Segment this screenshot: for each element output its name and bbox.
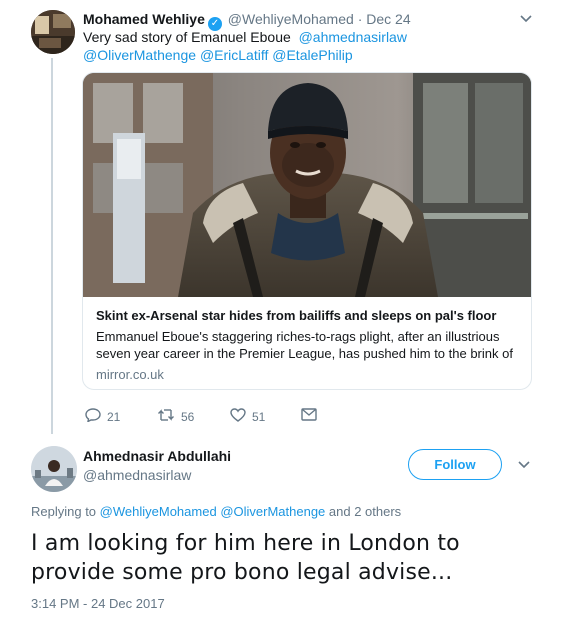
- card-domain: mirror.co.uk: [96, 367, 164, 382]
- reply-action[interactable]: 21: [85, 408, 120, 425]
- reply-author-handle[interactable]: @ahmednasirlaw: [83, 466, 191, 484]
- retweet-icon: [157, 408, 181, 425]
- replying-mention[interactable]: @OliverMathenge: [220, 504, 325, 519]
- reply-text: I am looking for him here in London to p…: [31, 531, 460, 585]
- author-name[interactable]: Mohamed Wehliye: [83, 11, 205, 27]
- reply-icon: [85, 408, 107, 425]
- mention-link[interactable]: @ahmednasirlaw: [299, 29, 407, 45]
- author-handle[interactable]: @WehliyeMohamed: [228, 11, 354, 27]
- reply-count: 21: [107, 409, 121, 424]
- follow-button[interactable]: Follow: [408, 449, 502, 480]
- replying-to: Replying to @WehliyeMohamed @OliverMathe…: [31, 503, 401, 521]
- envelope-icon: [301, 408, 323, 424]
- chevron-down-icon[interactable]: [520, 10, 532, 26]
- card-body: Skint ex-Arsenal star hides from bailiff…: [83, 297, 531, 382]
- replying-others[interactable]: and 2 others: [329, 504, 401, 519]
- mention-link[interactable]: @OliverMathenge: [83, 47, 196, 63]
- replying-mention[interactable]: @WehliyeMohamed: [100, 504, 217, 519]
- chevron-down-icon[interactable]: [518, 456, 530, 472]
- like-count: 51: [252, 409, 266, 424]
- tweet-text: Very sad story of Emanuel Eboue @ahmedna…: [83, 28, 523, 64]
- replying-prefix: Replying to: [31, 504, 97, 519]
- card-image: [83, 73, 531, 297]
- avatar[interactable]: [31, 446, 77, 492]
- heart-icon: [230, 408, 252, 425]
- mention-link[interactable]: @EricLatiff: [200, 47, 268, 63]
- reply-timestamp[interactable]: 3:14 PM - 24 Dec 2017: [31, 596, 165, 611]
- link-card[interactable]: Skint ex-Arsenal star hides from bailiff…: [82, 72, 532, 390]
- retweet-action[interactable]: 56: [157, 408, 194, 425]
- retweet-count: 56: [181, 409, 195, 424]
- tweet-date[interactable]: Dec 24: [366, 11, 410, 27]
- card-title: Skint ex-Arsenal star hides from bailiff…: [96, 308, 497, 323]
- mention-link[interactable]: @EtalePhilip: [272, 47, 352, 63]
- like-action[interactable]: 51: [230, 408, 265, 425]
- avatar[interactable]: [31, 10, 75, 54]
- card-description: Emmanuel Eboue's staggering riches-to-ra…: [96, 329, 513, 361]
- original-tweet: Mohamed Wehliye ✓ @WehliyeMohamed · Dec 2…: [0, 0, 565, 440]
- separator: ·: [357, 11, 363, 27]
- dm-action[interactable]: [301, 408, 323, 424]
- tweet-body: Very sad story of Emanuel Eboue: [83, 29, 291, 45]
- reply-author-name[interactable]: Ahmednasir Abdullahi: [83, 447, 231, 465]
